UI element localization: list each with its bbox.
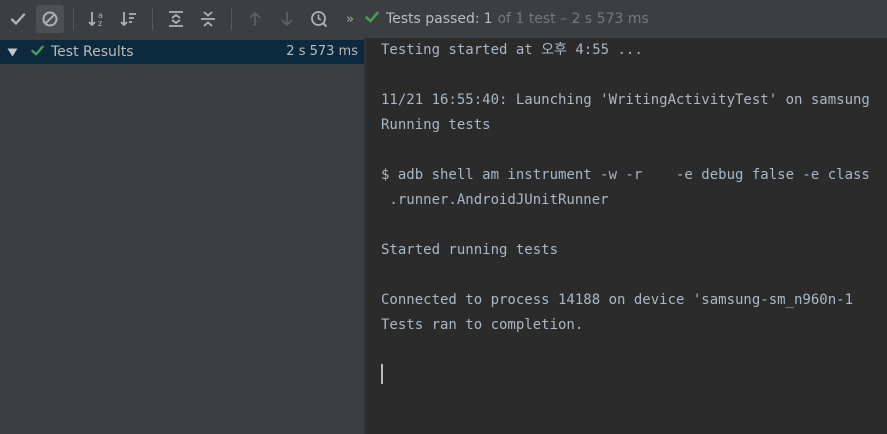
expand-arrow-icon[interactable] bbox=[7, 47, 18, 58]
toolbar-separator bbox=[231, 8, 232, 30]
test-history-button[interactable] bbox=[305, 5, 333, 33]
collapse-all-icon bbox=[201, 11, 215, 27]
console-line: 11/21 16:55:40: Launching 'WritingActivi… bbox=[381, 92, 870, 108]
next-failed-test-button[interactable] bbox=[273, 5, 301, 33]
console-output[interactable]: Testing started at 오후 4:55 ... 11/21 16:5… bbox=[366, 38, 887, 434]
console-line: $ adb shell am instrument -w -r -e debug… bbox=[381, 167, 870, 183]
tree-item-test-results[interactable]: Test Results 2 s 573 ms bbox=[0, 40, 364, 64]
collapse-all-button[interactable] bbox=[194, 5, 222, 33]
test-status-bar: » Tests passed: 1 of 1 test – 2 s 573 ms bbox=[346, 0, 649, 38]
previous-failed-test-icon bbox=[249, 11, 261, 26]
status-passed-count: 1 bbox=[483, 11, 493, 27]
text-cursor bbox=[381, 364, 383, 384]
status-label: Tests passed: bbox=[385, 11, 480, 27]
sort-by-duration-icon bbox=[120, 12, 136, 27]
test-history-icon bbox=[311, 11, 328, 28]
sort-alphabetically-button[interactable]: az bbox=[83, 5, 111, 33]
show-passed-button[interactable] bbox=[4, 5, 32, 33]
expand-all-icon bbox=[169, 11, 183, 27]
console-text: Testing started at 오후 4:55 ... 11/21 16:5… bbox=[366, 38, 887, 338]
console-line: Started running tests bbox=[381, 242, 559, 258]
console-line: .runner.AndroidJUnitRunner bbox=[381, 192, 609, 208]
show-ignored-button[interactable] bbox=[36, 5, 64, 33]
passed-check-icon bbox=[364, 9, 380, 29]
show-passed-icon bbox=[10, 13, 26, 25]
previous-failed-test-button[interactable] bbox=[241, 5, 269, 33]
console-line: Tests ran to completion. bbox=[381, 317, 584, 333]
console-line: Running tests bbox=[381, 117, 491, 133]
test-tree-panel: Test Results 2 s 573 ms bbox=[0, 38, 364, 434]
more-actions-chevron[interactable]: » bbox=[346, 12, 354, 27]
sort-alphabetically-icon: az bbox=[88, 11, 103, 28]
toolbar-separator bbox=[73, 8, 74, 30]
toolbar-separator bbox=[152, 8, 153, 30]
show-ignored-icon bbox=[42, 11, 58, 27]
tree-item-duration: 2 s 573 ms bbox=[286, 44, 358, 59]
tree-item-label: Test Results bbox=[51, 44, 134, 60]
next-failed-test-icon bbox=[281, 12, 293, 27]
console-line: Connected to process 14188 on device 'sa… bbox=[381, 292, 854, 308]
status-summary: of 1 test – 2 s 573 ms bbox=[497, 11, 649, 27]
sort-by-duration-button[interactable] bbox=[115, 5, 143, 33]
console-line: Testing started at 오후 4:55 ... bbox=[381, 42, 643, 58]
passed-check-icon bbox=[30, 43, 45, 62]
svg-text:z: z bbox=[98, 19, 102, 28]
expand-all-button[interactable] bbox=[162, 5, 190, 33]
